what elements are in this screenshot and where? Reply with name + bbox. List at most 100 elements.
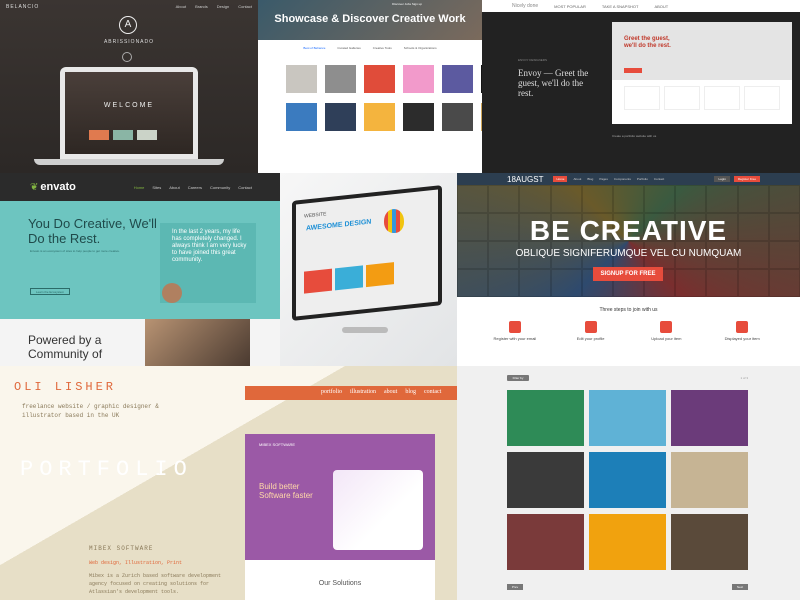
gallery-thumbnail[interactable] [507, 514, 584, 570]
top-nav: ❦ envato Home Sites About Careers Commun… [0, 173, 280, 201]
site-brand[interactable]: BELANCIO [6, 4, 39, 10]
tile-envoy[interactable]: Nicely done MOST POPULAR TAKE A SNAPSHOT… [482, 0, 800, 173]
steps-title: Three steps to join with us [599, 307, 658, 313]
gallery-thumbnail[interactable] [671, 514, 748, 570]
scroll-down-icon[interactable] [122, 52, 132, 62]
nav-item[interactable]: Portfolio [637, 177, 648, 181]
feature-card [664, 86, 700, 110]
desk-illustration [333, 470, 423, 550]
community-section: Powered by a Community of [0, 319, 280, 366]
nav-item[interactable]: Contact [238, 4, 252, 9]
tab[interactable]: Curated Galleries [337, 46, 360, 50]
tab[interactable]: Creative Tools [373, 46, 392, 50]
nav-item[interactable]: Home [134, 185, 145, 190]
feature-box [113, 130, 133, 140]
tile-envato[interactable]: ❦ envato Home Sites About Careers Commun… [0, 173, 280, 366]
nav-item[interactable]: Design [217, 4, 229, 9]
feature-boxes [89, 130, 157, 140]
project-thumbnail[interactable] [364, 103, 395, 131]
page-indicator: 1 of 3 [740, 376, 748, 380]
tile-showcase[interactable]: Discover Jobs Sign up Showcase & Discove… [258, 0, 482, 173]
tile-awesome-design[interactable]: WEBSITE AWESOME DESIGN [280, 173, 457, 366]
next-button[interactable]: Next [732, 584, 748, 590]
mosaic-cell [519, 269, 551, 297]
login-button[interactable]: Login [714, 176, 730, 182]
nav-item[interactable]: About [176, 4, 186, 9]
top-nav[interactable]: Discover Jobs Sign up [392, 2, 422, 6]
project-thumbnail[interactable] [325, 103, 356, 131]
nav-links: Home Sites About Careers Community Conta… [134, 185, 252, 190]
project-thumbnail[interactable] [403, 103, 434, 131]
project-thumbnail[interactable] [286, 103, 317, 131]
mosaic-cell [550, 269, 582, 297]
project-thumbnail[interactable] [442, 103, 473, 131]
step-label: Edit your profile [576, 336, 605, 341]
gallery-thumbnail[interactable] [671, 452, 748, 508]
nav-item[interactable]: Home [553, 176, 568, 182]
project-thumbnail[interactable] [403, 65, 434, 93]
nav-item[interactable]: ABOUT [654, 4, 668, 9]
signup-button[interactable]: SIGNUP FOR FREE [593, 267, 663, 281]
gallery-thumbnail[interactable] [507, 452, 584, 508]
tile-oli-lisher[interactable]: OLI LISHER freelance website / graphic d… [0, 366, 457, 600]
nav-item[interactable]: Careers [188, 185, 202, 190]
project-thumbnail[interactable] [286, 65, 317, 93]
project-thumbnail[interactable] [364, 65, 395, 93]
nav-item[interactable]: Contact [654, 177, 664, 181]
website-screenshot[interactable]: Greet the guest, we'll do the rest. [612, 22, 792, 124]
nav-item[interactable]: About [573, 177, 581, 181]
project-thumbnail[interactable] [325, 65, 356, 93]
feature-card [704, 86, 740, 110]
site-brand[interactable]: 18AUGST [507, 175, 543, 184]
project-thumbnail[interactable] [442, 65, 473, 93]
gallery-thumbnail[interactable] [671, 390, 748, 446]
mosaic-cell [488, 269, 520, 297]
project-heading: Envoy — Greet the guest, we'll do the re… [518, 68, 589, 98]
tab[interactable]: Schools & Organizations [404, 46, 437, 50]
tile-18augst[interactable]: 18AUGST Home About Blog Pages Components… [457, 173, 800, 366]
gallery-thumbnail[interactable] [589, 514, 666, 570]
nav-item[interactable]: Community [210, 185, 230, 190]
feature-card [624, 86, 660, 110]
nav-item[interactable]: TAKE A SNAPSHOT [602, 4, 639, 9]
nav-item[interactable]: Blog [587, 177, 593, 181]
tile-abrissionado[interactable]: BELANCIO About Brands Design Contact A A… [0, 0, 258, 173]
site-name[interactable]: OLI LISHER [14, 380, 116, 394]
site-logo[interactable]: envato [40, 181, 75, 193]
gallery-thumbnail[interactable] [589, 452, 666, 508]
hero-headline: BE CREATIVE [529, 215, 728, 246]
nav-item[interactable]: About [169, 185, 179, 190]
project-screenshot[interactable]: MIBEX SOFTWARE Build better Software fas… [245, 434, 435, 600]
nav-item[interactable]: Sites [152, 185, 161, 190]
nav-item[interactable]: blog [405, 389, 416, 395]
nav-item[interactable]: portfolio [321, 389, 342, 395]
tile-gallery[interactable]: Filter by 1 of 3 Prev Next [457, 366, 800, 600]
step-item: Upload your item [636, 321, 696, 341]
nav-item[interactable]: about [384, 389, 397, 395]
mosaic-cell [488, 185, 520, 213]
site-label: WEBSITE [304, 211, 327, 220]
nav-item[interactable]: contact [424, 389, 441, 395]
site-brand[interactable]: Nicely done [512, 3, 538, 9]
nav-item[interactable]: illustration [350, 389, 376, 395]
prev-button[interactable]: Prev [507, 584, 523, 590]
chart-icon [366, 262, 394, 288]
project-description: Mibex is a Zurich based software develop… [89, 573, 222, 595]
tab[interactable]: Best of Behance [303, 46, 325, 50]
filter-button[interactable]: Filter by [507, 375, 529, 381]
screen-headline: AWESOME DESIGN [306, 218, 372, 233]
hero-subtitle: OBLIQUE SIGNIFERUMQUE VEL CU NUMQUAM [515, 248, 742, 259]
step-label: Displayed your item [724, 336, 760, 341]
learn-button[interactable]: Learn the Ecosystem [30, 288, 70, 295]
nav-item[interactable]: Components [614, 177, 631, 181]
nav-item[interactable]: Pages [599, 177, 608, 181]
gallery-grid [507, 390, 748, 570]
nav-item[interactable]: MOST POPULAR [554, 4, 586, 9]
nav-item[interactable]: Brands [195, 4, 208, 9]
laptop-mockup: WELCOME [60, 67, 198, 159]
register-button[interactable]: Register Free [733, 176, 760, 182]
monitor-screen: WEBSITE AWESOME DESIGN [296, 189, 438, 317]
nav-item[interactable]: Contact [238, 185, 252, 190]
gallery-thumbnail[interactable] [589, 390, 666, 446]
gallery-thumbnail[interactable] [507, 390, 584, 446]
